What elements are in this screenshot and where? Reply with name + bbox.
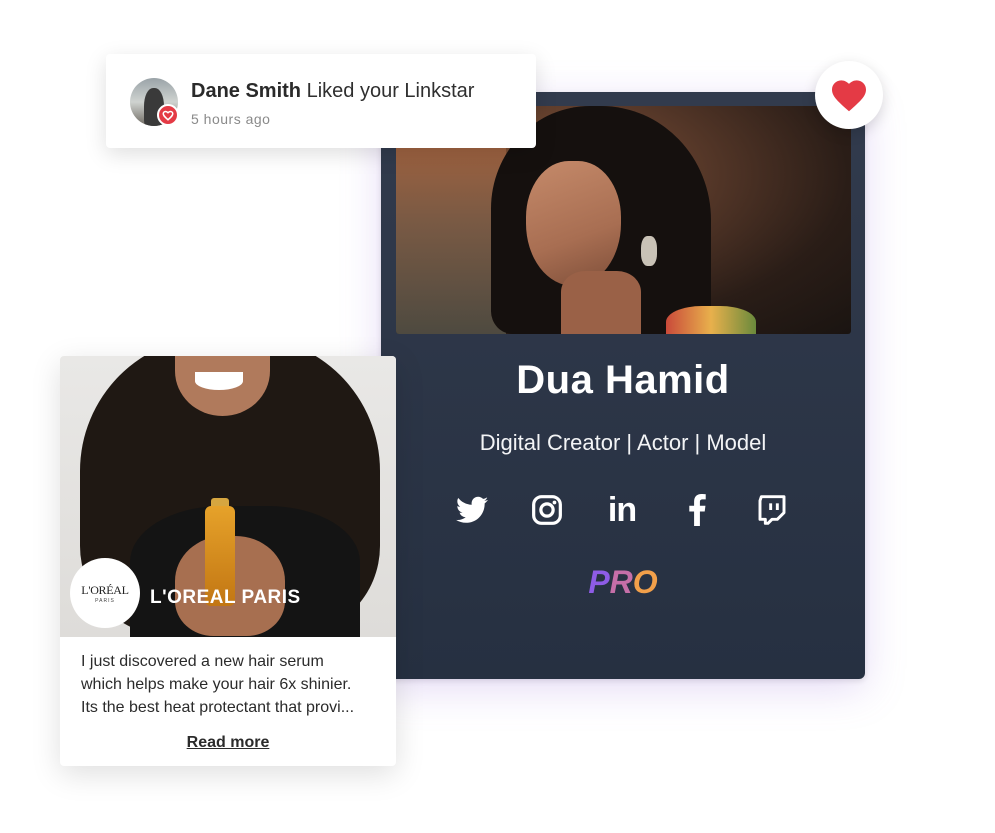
heart-icon — [832, 80, 866, 112]
notification-user: Dane Smith — [191, 80, 302, 102]
post-body-line: I just discovered a new hair serum — [81, 653, 324, 670]
post-body: I just discovered a new hair serum which… — [81, 650, 381, 719]
notification-time: 5 hours ago — [191, 111, 271, 127]
facebook-icon[interactable] — [677, 490, 717, 530]
read-more-link[interactable]: Read more — [60, 734, 396, 752]
linkedin-icon[interactable]: in — [602, 490, 642, 530]
linkedin-label: in — [607, 490, 637, 529]
profile-card: Dua Hamid Digital Creator | Actor | Mode… — [381, 92, 865, 679]
post-body-line: Its the best heat protectant that provi.… — [81, 699, 355, 716]
twitter-icon[interactable] — [452, 490, 492, 530]
brand-logo: L'ORÉAL PARIS — [70, 558, 140, 628]
pro-badge: PRO — [588, 564, 658, 600]
post-body-line: which helps make your hair 6x shinier. — [81, 676, 352, 693]
like-notification[interactable]: Dane Smith Liked your Linkstar 5 hours a… — [106, 54, 536, 148]
profile-subtitle: Digital Creator | Actor | Model — [479, 430, 767, 455]
heart-badge-icon — [157, 104, 179, 126]
twitch-icon[interactable] — [752, 490, 792, 530]
profile-name: Dua Hamid — [516, 358, 730, 402]
brand-post-card: L'ORÉAL PARIS L'OREAL PARIS I just disco… — [60, 356, 396, 766]
notification-action: Liked your Linkstar — [306, 80, 475, 102]
brand-name: L'OREAL PARIS — [150, 587, 301, 608]
social-links: in — [452, 490, 792, 530]
like-button[interactable] — [815, 61, 883, 129]
instagram-icon[interactable] — [527, 490, 567, 530]
notification-message: Dane Smith Liked your Linkstar — [191, 80, 474, 103]
